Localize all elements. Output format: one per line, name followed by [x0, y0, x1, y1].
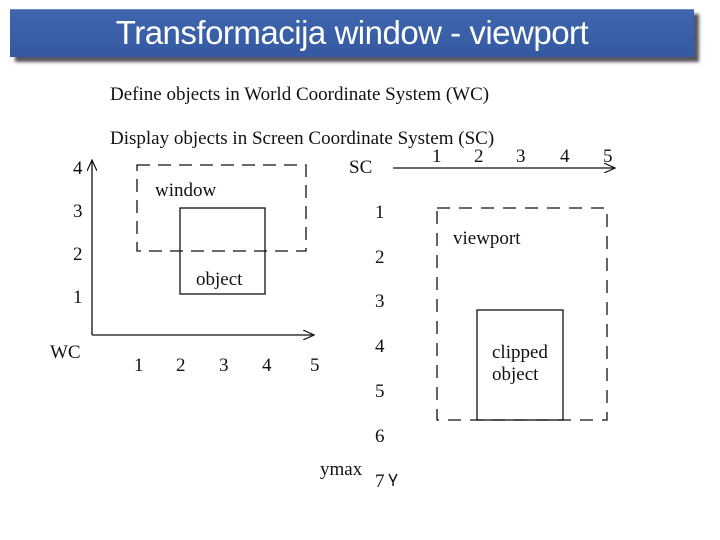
wc-y-tick: 1	[73, 287, 83, 308]
sc-y-tick: 4	[375, 336, 385, 357]
sc-y-tick: 5	[375, 381, 385, 402]
wc-x-tick: 2	[176, 355, 186, 376]
sc-y-tick: 1	[375, 202, 385, 223]
wc-diagram: WC 4 3 2 1 1 2 3 4 5 window object	[50, 158, 320, 376]
wc-x-tick: 5	[310, 355, 320, 376]
sc-x-tick: 3	[516, 146, 526, 167]
wc-y-tick: 2	[73, 244, 83, 265]
sc-y-axis-arrow-icon	[388, 473, 398, 486]
wc-y-tick: 4	[73, 158, 83, 179]
clipped-object-label: clipped	[492, 342, 548, 363]
sc-x-tick: 4	[560, 146, 570, 167]
sc-axis-label: SC	[349, 157, 372, 178]
object-label: object	[196, 269, 243, 290]
wc-x-tick: 3	[219, 355, 229, 376]
sc-y-tick: 2	[375, 247, 385, 268]
sc-y-tick: 6	[375, 426, 385, 447]
window-label: window	[155, 180, 217, 201]
wc-x-tick: 1	[134, 355, 144, 376]
wc-x-tick: 4	[262, 355, 272, 376]
wc-y-tick: 3	[73, 201, 83, 222]
sc-y-tick: 3	[375, 291, 385, 312]
viewport-label: viewport	[453, 228, 521, 249]
sc-x-tick: 2	[474, 146, 484, 167]
sc-y-tick: 7	[375, 471, 385, 492]
clipped-object-label: object	[492, 364, 539, 385]
window-viewport-diagram: WC 4 3 2 1 1 2 3 4 5 window object SC 1 …	[50, 146, 720, 492]
sc-x-tick: 5	[603, 146, 613, 167]
sc-diagram: SC 1 2 3 4 5 1 2 3 4 5 6 7 ymax viewport…	[320, 146, 615, 492]
wc-axis-label: WC	[50, 342, 81, 363]
sc-x-tick: 1	[432, 146, 442, 167]
ymax-label: ymax	[320, 459, 363, 480]
